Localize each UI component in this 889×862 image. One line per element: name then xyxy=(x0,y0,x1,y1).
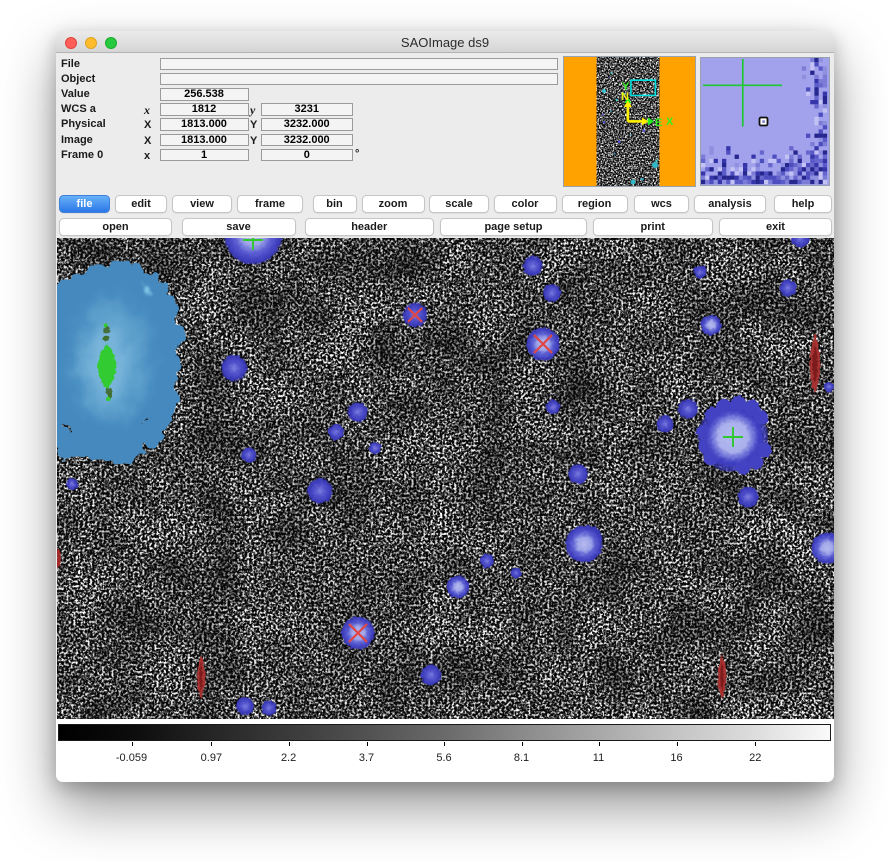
svg-text:E: E xyxy=(655,117,662,129)
svg-text:N: N xyxy=(621,91,629,103)
svg-text:X: X xyxy=(666,116,674,128)
